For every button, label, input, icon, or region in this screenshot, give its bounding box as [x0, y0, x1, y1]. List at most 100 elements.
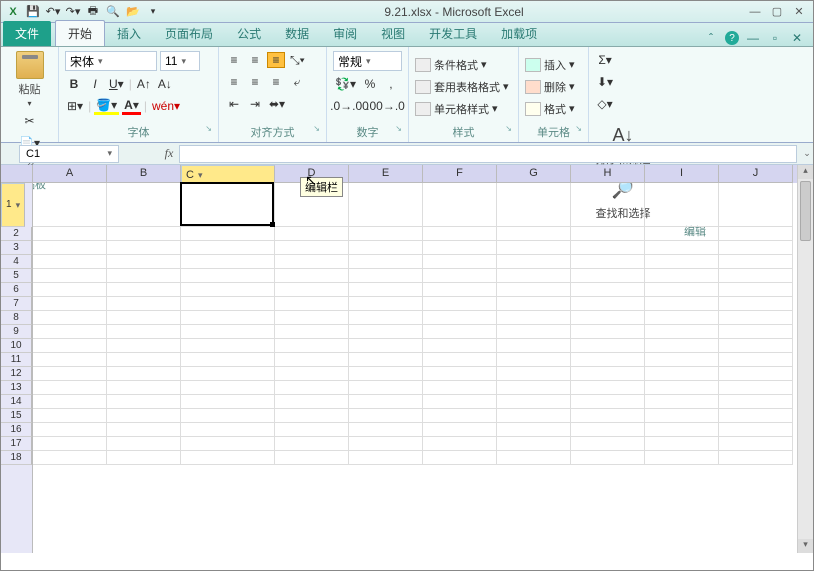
cell[interactable]: [571, 423, 645, 437]
cell[interactable]: [181, 437, 275, 451]
cell[interactable]: [497, 255, 571, 269]
cell[interactable]: [181, 339, 275, 353]
column-header[interactable]: F: [423, 165, 497, 183]
cell[interactable]: [423, 311, 497, 325]
cell[interactable]: [181, 409, 275, 423]
cell[interactable]: [181, 227, 275, 241]
cell[interactable]: [719, 423, 793, 437]
increase-decimal-button[interactable]: .0→.00: [333, 97, 366, 115]
column-header[interactable]: J: [719, 165, 793, 183]
row-header[interactable]: 5: [1, 269, 32, 283]
tab-review[interactable]: 审阅: [321, 21, 369, 46]
cell[interactable]: [571, 325, 645, 339]
cell[interactable]: [719, 437, 793, 451]
cell[interactable]: [107, 311, 181, 325]
cell[interactable]: [349, 255, 423, 269]
cell[interactable]: [275, 381, 349, 395]
cell[interactable]: [497, 325, 571, 339]
cell[interactable]: [107, 423, 181, 437]
fill-color-button[interactable]: 🪣▾: [94, 97, 119, 115]
cell[interactable]: [33, 451, 107, 465]
number-format-select[interactable]: 常规: [333, 51, 402, 71]
cell[interactable]: [719, 339, 793, 353]
merge-button[interactable]: ⬌▾: [267, 95, 287, 113]
cell[interactable]: [645, 353, 719, 367]
row-header[interactable]: 13: [1, 381, 32, 395]
comma-button[interactable]: ,: [382, 75, 400, 93]
column-header[interactable]: G: [497, 165, 571, 183]
cell[interactable]: [107, 183, 181, 227]
cell[interactable]: [349, 395, 423, 409]
cell[interactable]: [423, 283, 497, 297]
cell[interactable]: [497, 423, 571, 437]
minimize-button[interactable]: —: [747, 5, 763, 19]
phonetic-button[interactable]: wén▾: [150, 97, 182, 115]
cell[interactable]: [33, 255, 107, 269]
tab-layout[interactable]: 页面布局: [153, 21, 225, 46]
cell[interactable]: [571, 353, 645, 367]
qat-more-icon[interactable]: ▾: [145, 4, 161, 20]
cell[interactable]: [497, 297, 571, 311]
tab-addins[interactable]: 加载项: [489, 21, 549, 46]
tab-file[interactable]: 文件: [3, 21, 51, 46]
cell[interactable]: [349, 353, 423, 367]
cell[interactable]: [181, 353, 275, 367]
cell[interactable]: [719, 409, 793, 423]
cell[interactable]: [423, 269, 497, 283]
cell[interactable]: [349, 227, 423, 241]
cell[interactable]: [107, 283, 181, 297]
open-icon[interactable]: 📂: [125, 4, 141, 20]
cells-area[interactable]: [33, 183, 797, 553]
row-header[interactable]: 7: [1, 297, 32, 311]
cell[interactable]: [497, 227, 571, 241]
cell[interactable]: [645, 367, 719, 381]
cell[interactable]: [645, 241, 719, 255]
cell[interactable]: [645, 283, 719, 297]
cell[interactable]: [107, 437, 181, 451]
cell[interactable]: [571, 283, 645, 297]
table-format-button[interactable]: 套用表格格式▾: [415, 79, 512, 95]
cell[interactable]: [571, 183, 645, 227]
insert-cells-button[interactable]: 插入▾: [525, 57, 582, 73]
font-color-button[interactable]: A▾: [122, 97, 141, 115]
scroll-thumb[interactable]: [800, 181, 811, 241]
cell[interactable]: [645, 339, 719, 353]
row-header[interactable]: 11: [1, 353, 32, 367]
delete-cells-button[interactable]: 删除▾: [525, 79, 582, 95]
align-center-button[interactable]: ≡: [246, 73, 264, 91]
cell[interactable]: [181, 255, 275, 269]
tab-home[interactable]: 开始: [55, 20, 105, 46]
cell[interactable]: [349, 241, 423, 255]
cell[interactable]: [181, 367, 275, 381]
cell[interactable]: [181, 381, 275, 395]
tab-data[interactable]: 数据: [273, 21, 321, 46]
cell[interactable]: [571, 451, 645, 465]
bold-button[interactable]: B: [65, 75, 83, 93]
shrink-font-button[interactable]: A↓: [156, 75, 174, 93]
cell[interactable]: [33, 227, 107, 241]
cell[interactable]: [423, 255, 497, 269]
cell[interactable]: [275, 367, 349, 381]
percent-button[interactable]: %: [361, 75, 379, 93]
cell[interactable]: [275, 395, 349, 409]
cell[interactable]: [571, 409, 645, 423]
cell[interactable]: [719, 381, 793, 395]
close-button[interactable]: ✕: [791, 5, 807, 19]
cell[interactable]: [571, 311, 645, 325]
cell[interactable]: [497, 437, 571, 451]
name-box[interactable]: C1: [19, 145, 119, 163]
row-header[interactable]: 9: [1, 325, 32, 339]
cell[interactable]: [497, 381, 571, 395]
cell[interactable]: [349, 423, 423, 437]
italic-button[interactable]: I: [86, 75, 104, 93]
cell[interactable]: [571, 269, 645, 283]
align-bottom-button[interactable]: ≡: [267, 52, 285, 68]
cell[interactable]: [497, 451, 571, 465]
cell[interactable]: [423, 325, 497, 339]
row-header[interactable]: 14: [1, 395, 32, 409]
window-close-icon[interactable]: ✕: [789, 30, 805, 46]
cell[interactable]: [571, 381, 645, 395]
cell[interactable]: [719, 297, 793, 311]
cell[interactable]: [349, 183, 423, 227]
cell[interactable]: [571, 395, 645, 409]
